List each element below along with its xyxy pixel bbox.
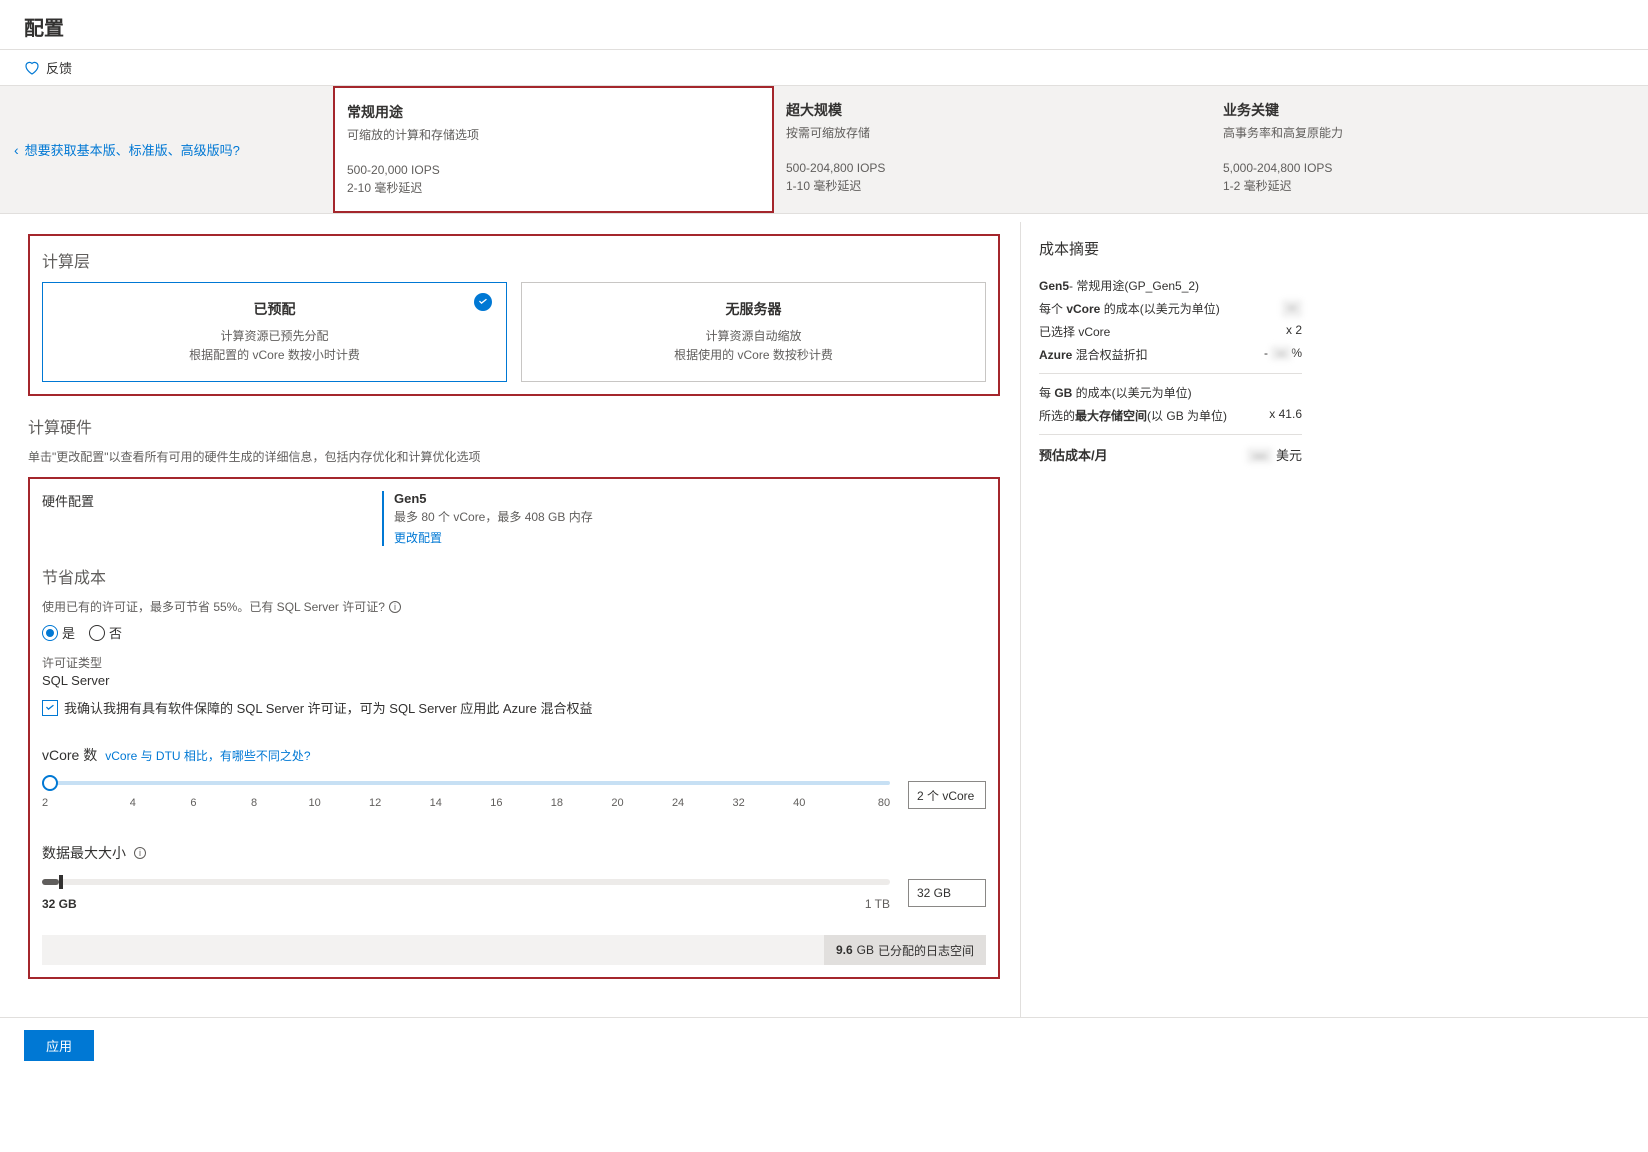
hardware-label: 硬件配置 [42,491,342,546]
tier-spec: 2-10 毫秒延迟 [347,179,760,197]
savings-question: 使用已有的许可证，最多可节省 55%。已有 SQL Server 许可证? [42,598,385,615]
compute-card-desc: 根据配置的 vCore 数按小时计费 [57,346,492,365]
compute-layer-section: 计算层 已预配 计算资源已预先分配 根据配置的 vCore 数按小时计费 无服务… [28,234,1000,396]
check-icon [474,293,492,311]
feedback-bar[interactable]: 反馈 [0,50,1648,86]
license-radio-group: 是 否 [42,623,986,642]
tier-back-label: 想要获取基本版、标准版、高级版吗? [25,140,240,159]
tier-subtitle: 高事务率和高复原能力 [1223,124,1636,141]
cost-summary-panel: 成本摘要 Gen5- 常规用途(GP_Gen5_2) 每个 vCore 的成本(… [1020,222,1320,1017]
tier-business-critical[interactable]: 业务关键 高事务率和高复原能力 5,000-204,800 IOPS 1-2 毫… [1211,86,1648,213]
datasize-slider[interactable]: 32 GB 1 TB [42,873,890,913]
compute-card-title: 已预配 [57,299,492,319]
radio-icon [42,625,58,641]
confirm-label: 我确认我拥有具有软件保障的 SQL Server 许可证，可为 SQL Serv… [64,698,593,717]
tier-title: 超大规模 [786,100,1199,120]
radio-no[interactable]: 否 [89,623,122,642]
slider-min-label: 32 GB [42,897,77,911]
slider-thumb[interactable] [59,875,63,889]
radio-label: 是 [62,623,75,642]
summary-total-unit: 美元 [1276,448,1302,463]
tier-back-link[interactable]: ‹ 想要获取基本版、标准版、高级版吗? [0,86,333,213]
tier-subtitle: 可缩放的计算和存储选项 [347,126,760,143]
radio-yes[interactable]: 是 [42,623,75,642]
tier-spec: 500-204,800 IOPS [786,159,1199,177]
compute-card-desc: 计算资源自动缩放 [536,327,971,346]
info-icon[interactable]: i [389,601,401,613]
compute-card-desc: 计算资源已预先分配 [57,327,492,346]
slider-ticks: 246810121416182024324080 [42,797,890,809]
footer: 应用 [0,1017,1648,1073]
logspace-unit: GB [857,943,874,957]
tier-spec: 500-20,000 IOPS [347,161,760,179]
compute-card-serverless[interactable]: 无服务器 计算资源自动缩放 根据使用的 vCore 数按秒计费 [521,282,986,382]
hardware-desc: 单击"更改配置"以查看所有可用的硬件生成的详细信息，包括内存优化和计算优化选项 [28,448,1000,465]
compute-card-desc: 根据使用的 vCore 数按秒计费 [536,346,971,365]
info-icon[interactable]: i [134,847,146,859]
heart-icon [24,60,40,76]
hardware-config-section: 硬件配置 Gen5 最多 80 个 vCore，最多 408 GB 内存 更改配… [28,477,1000,979]
tier-spec: 1-2 毫秒延迟 [1223,177,1636,195]
tier-spec: 5,000-204,800 IOPS [1223,159,1636,177]
logspace-value: 9.6 [836,943,853,957]
savings-title: 节省成本 [42,564,986,588]
feedback-label: 反馈 [46,58,72,77]
license-type-value: SQL Server [42,673,986,688]
chevron-left-icon: ‹ [14,142,19,158]
datasize-value-box: 32 GB [908,879,986,907]
license-type-label: 许可证类型 [42,654,986,671]
apply-button[interactable]: 应用 [24,1030,94,1061]
tier-title: 业务关键 [1223,100,1636,120]
radio-label: 否 [109,623,122,642]
slider-thumb[interactable] [42,775,58,791]
hardware-spec: 最多 80 个 vCore，最多 408 GB 内存 [394,508,986,525]
vcore-value-box: 2 个 vCore [908,781,986,809]
confirm-checkbox-row[interactable]: 我确认我拥有具有软件保障的 SQL Server 许可证，可为 SQL Serv… [42,698,986,717]
compute-card-provisioned[interactable]: 已预配 计算资源已预先分配 根据配置的 vCore 数按小时计费 [42,282,507,382]
page-title: 配置 [24,12,1624,41]
vcore-help-link[interactable]: vCore 与 DTU 相比，有哪些不同之处? [105,747,310,764]
tier-title: 常规用途 [347,102,760,122]
tier-row: ‹ 想要获取基本版、标准版、高级版吗? 常规用途 可缩放的计算和存储选项 500… [0,86,1648,214]
hardware-gen-name: Gen5 [394,491,986,506]
log-space-bar: 9.6 GB 已分配的日志空间 [42,935,986,965]
vcore-slider[interactable]: 246810121416182024324080 [42,775,890,815]
compute-card-title: 无服务器 [536,299,971,319]
radio-icon [89,625,105,641]
section-title: 计算层 [42,248,986,272]
tier-spec: 1-10 毫秒延迟 [786,177,1199,195]
checkbox-icon [42,700,58,716]
datasize-title: 数据最大大小 [42,843,126,863]
hardware-title: 计算硬件 [28,414,1000,438]
summary-title: 成本摘要 [1039,238,1302,259]
logspace-label: 已分配的日志空间 [878,942,974,959]
vcore-title: vCore 数 [42,745,97,765]
tier-general-purpose[interactable]: 常规用途 可缩放的计算和存储选项 500-20,000 IOPS 2-10 毫秒… [333,86,774,213]
tier-hyperscale[interactable]: 超大规模 按需可缩放存储 500-204,800 IOPS 1-10 毫秒延迟 [774,86,1211,213]
slider-max-label: 1 TB [865,897,890,911]
page-header: 配置 [0,0,1648,50]
tier-subtitle: 按需可缩放存储 [786,124,1199,141]
summary-total-label: 预估成本/月 [1039,445,1108,464]
change-config-link[interactable]: 更改配置 [394,529,442,546]
